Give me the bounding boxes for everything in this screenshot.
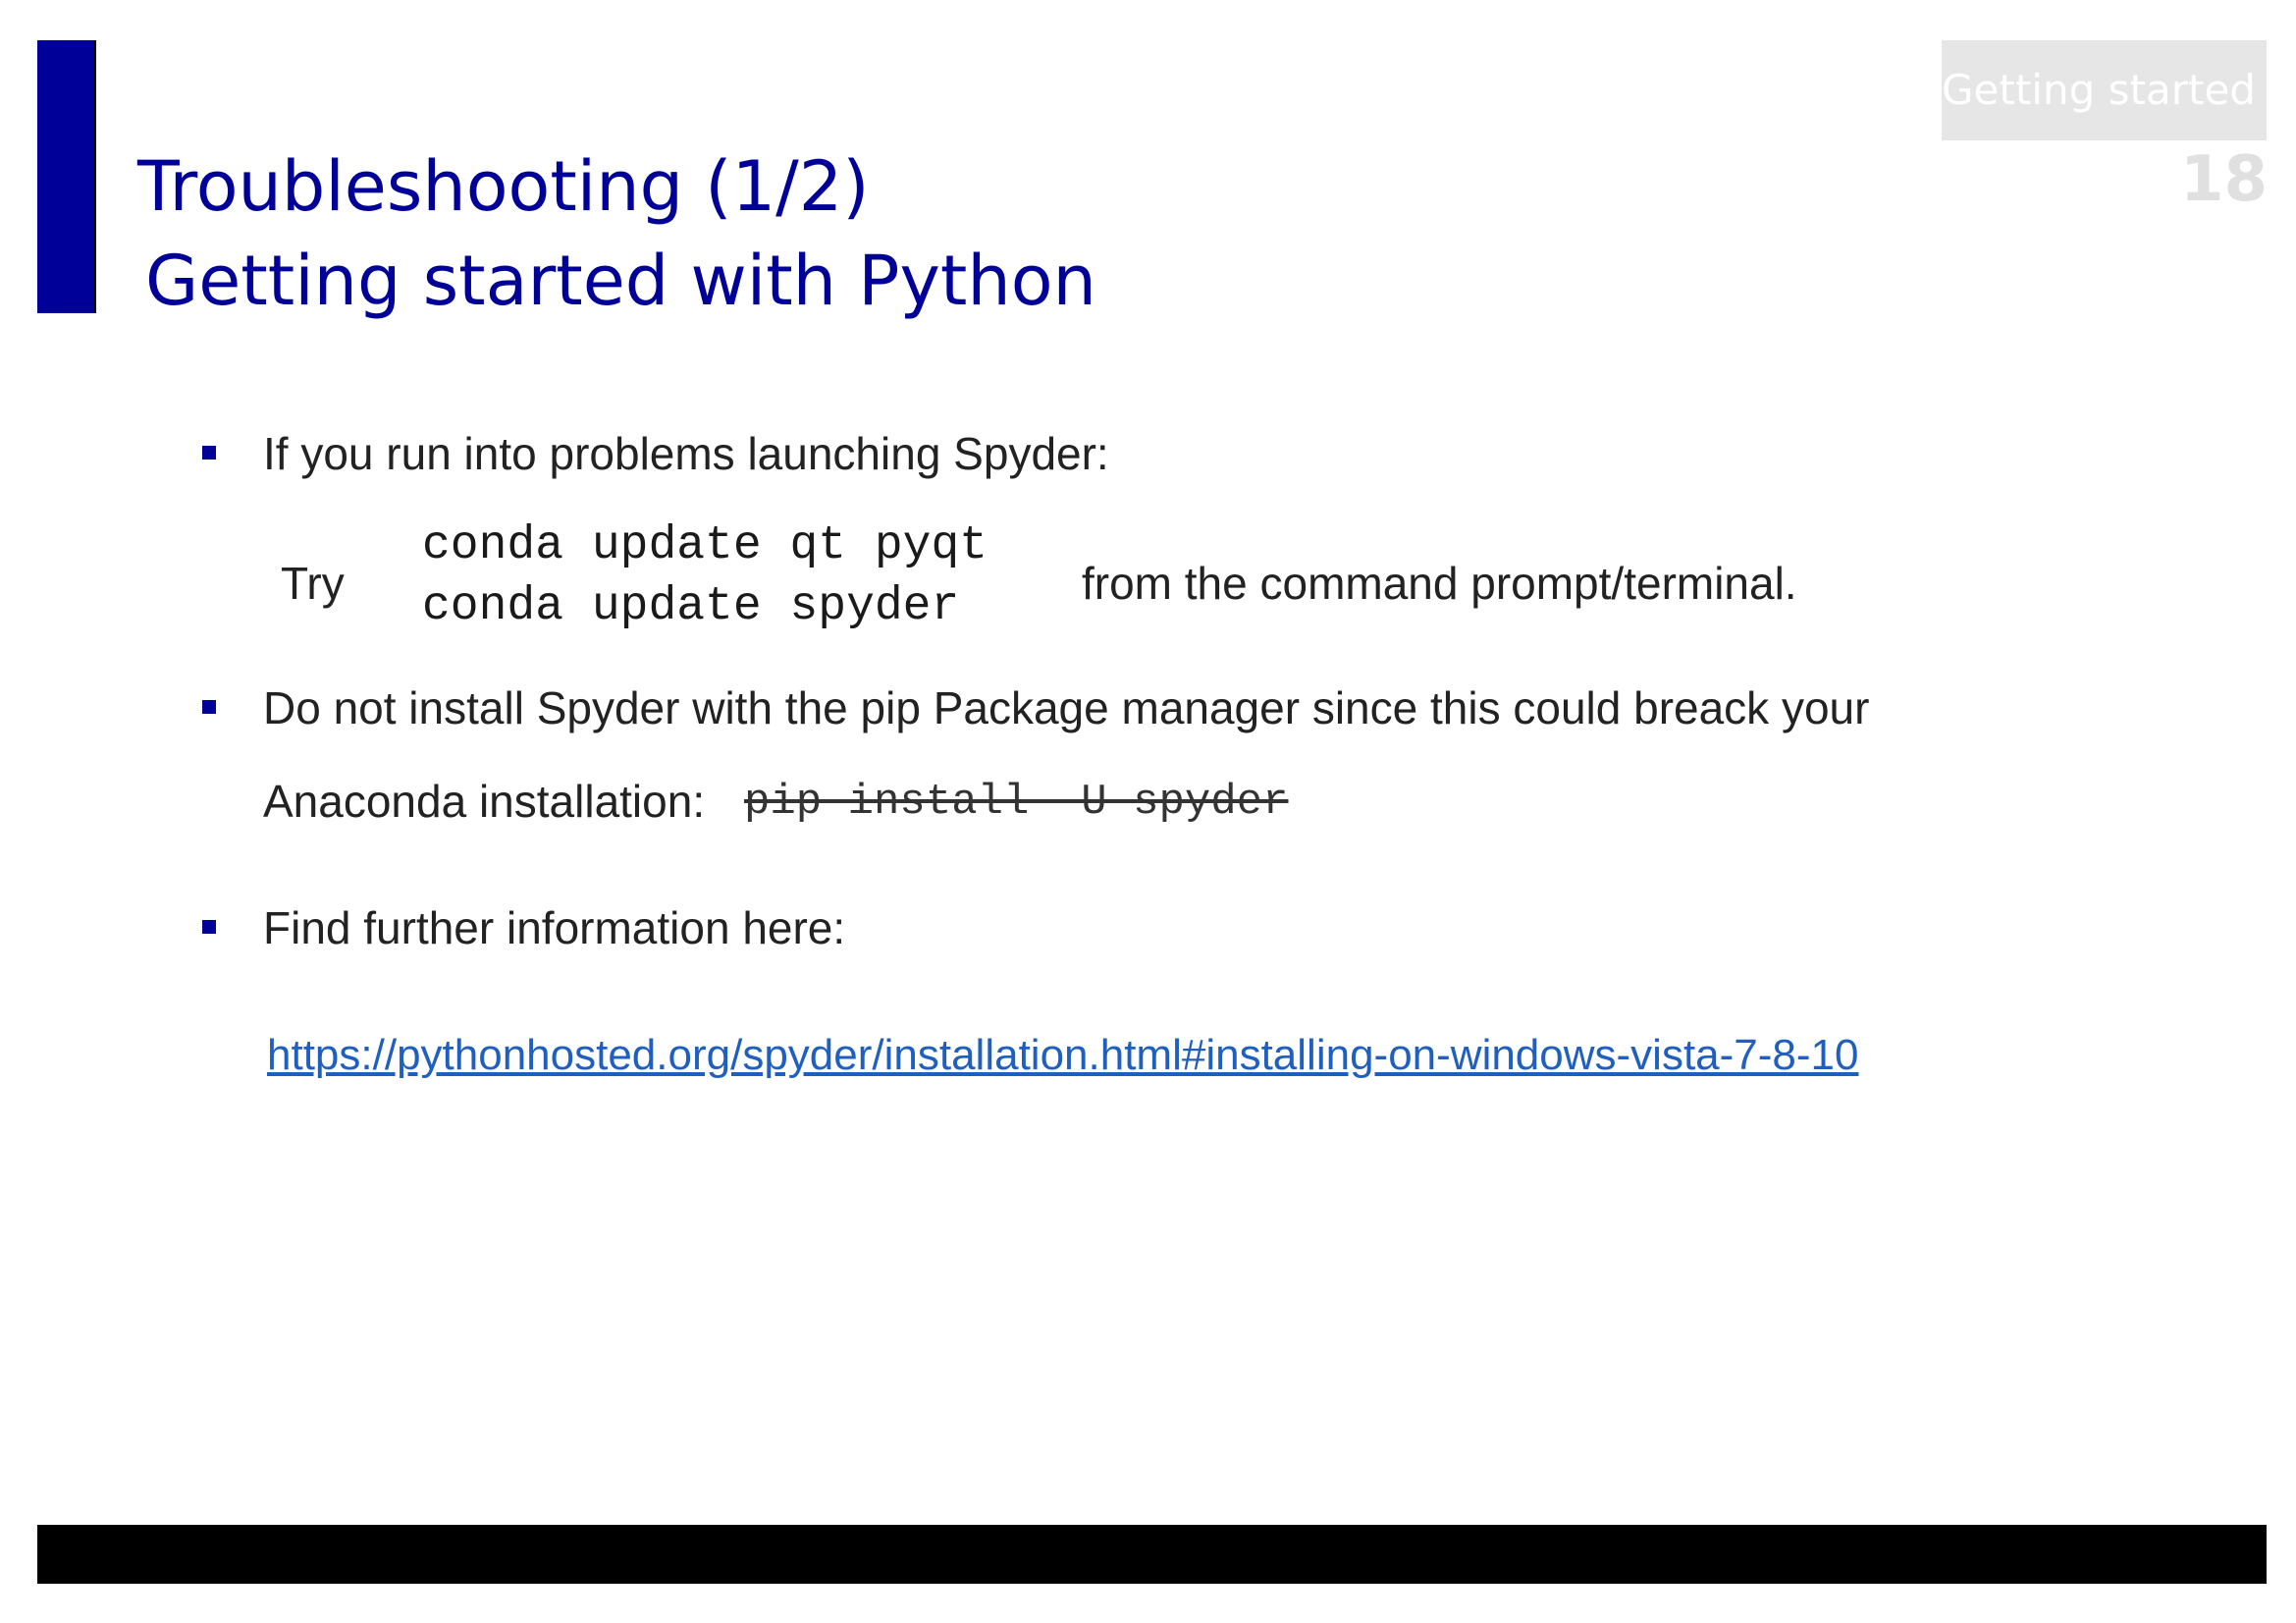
slide-title: Troubleshooting (1/2) Getting started wi… (137, 139, 1096, 328)
bullet-1-text: If you run into problems launching Spyde… (263, 428, 1109, 479)
bullet-2-text-line1: Do not install Spyder with the pip Packa… (263, 682, 1870, 733)
command-suffix: from the command prompt/terminal. (1082, 558, 1797, 609)
title-accent-bar (37, 40, 96, 313)
bullet-marker (202, 700, 216, 714)
slide-title-line2: Getting started with Python (145, 241, 1096, 321)
try-label: Try (281, 558, 345, 609)
bullet-marker (202, 446, 216, 460)
bullet-2-text-line2: Anaconda installation: (263, 776, 706, 827)
command-line-1: conda update qt pyqt (422, 519, 988, 572)
page-number: 18 (2179, 143, 2268, 216)
bullet-3-text: Find further information here: (263, 902, 846, 953)
section-tag: Getting started (1942, 40, 2267, 140)
command-line-2: conda update spyder (422, 580, 960, 633)
slide-title-line1: Troubleshooting (1/2) (137, 146, 870, 227)
bullet-marker (202, 920, 216, 934)
footer-bar (37, 1525, 2267, 1584)
struck-pip-command: pip install -U spyder (744, 778, 1289, 827)
spyder-install-link[interactable]: https://pythonhosted.org/spyder/installa… (267, 1028, 1859, 1083)
